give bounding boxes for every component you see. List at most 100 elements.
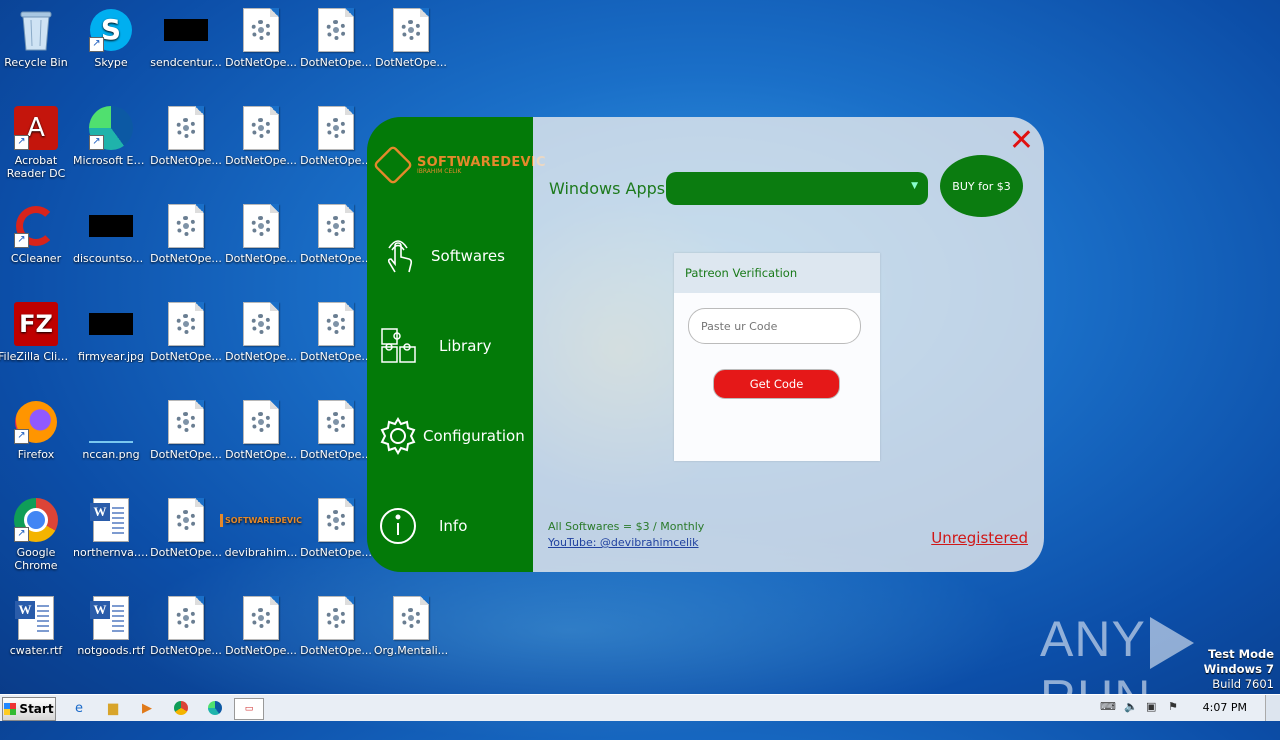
config-file-icon — [314, 204, 358, 248]
desktop-icon-edge[interactable]: ↗ Microsoft Edge — [73, 106, 149, 167]
test-mode-line: Test Mode — [1208, 647, 1274, 661]
recycle-bin-icon — [14, 8, 58, 52]
ie-icon[interactable]: e — [68, 698, 90, 718]
desktop-icon-recycle-bin[interactable]: Recycle Bin — [0, 8, 74, 69]
keyboard-icon[interactable]: ⌨ — [1100, 700, 1116, 714]
nav-library-label: Library — [439, 337, 492, 355]
main-panel: ✕ Windows Apps ▼ BUY for $3 Patreon Veri… — [533, 117, 1044, 572]
config-file-icon — [239, 302, 283, 346]
desktop-icon-dotnetope[interactable]: DotNetOpe... — [223, 8, 299, 69]
black-image-icon — [89, 302, 133, 346]
desktop-icon-dotnetope[interactable]: DotNetOpe... — [148, 302, 224, 363]
app-window-icon[interactable]: ▭ — [234, 698, 264, 720]
close-icon: ✕ — [1008, 123, 1034, 158]
registration-status-link[interactable]: Unregistered — [931, 529, 1028, 547]
flag-icon[interactable]: ⚑ — [1168, 700, 1182, 714]
volume-icon[interactable]: 🔈 — [1124, 700, 1138, 714]
desktop-icon-acrobat[interactable]: A ↗ Acrobat Reader DC — [0, 106, 74, 180]
puzzle-icon — [377, 325, 421, 367]
patreon-code-input[interactable] — [688, 308, 861, 344]
black-image-icon — [164, 8, 208, 52]
desktop-icon-firmyear[interactable]: firmyear.jpg — [73, 302, 149, 363]
desktop-icon-dotnetope[interactable]: DotNetOpe... — [223, 596, 299, 657]
edge-icon[interactable] — [204, 698, 226, 718]
patreon-title: Patreon Verification — [674, 253, 880, 293]
desktop-icon-dotnetope[interactable]: DotNetOpe... — [148, 106, 224, 167]
desktop-icon-org-mentali[interactable]: Org.Mentali... — [373, 596, 449, 657]
desktop-icon-ccleaner[interactable]: ↗ CCleaner — [0, 204, 74, 265]
start-label: Start — [19, 702, 54, 716]
word-doc-icon: W — [89, 498, 133, 542]
config-file-icon — [239, 204, 283, 248]
nav-configuration[interactable]: Configuration — [377, 415, 525, 457]
desktop-icon-skype[interactable]: S ↗ Skype — [73, 8, 149, 69]
desktop-icon-dotnetope[interactable]: DotNetOpe... — [298, 400, 374, 461]
chrome-icon: ↗ — [14, 498, 58, 542]
desktop-icon-dotnetope[interactable]: DotNetOpe... — [298, 106, 374, 167]
desktop-icon-dotnetope[interactable]: DotNetOpe... — [223, 204, 299, 265]
desktop-icon-dotnetope[interactable]: DotNetOpe... — [298, 8, 374, 69]
desktop-icon-dotnetope[interactable]: DotNetOpe... — [298, 204, 374, 265]
desktop-icon-dotnetope[interactable]: DotNetOpe... — [298, 498, 374, 559]
category-label: Windows Apps — [549, 179, 666, 198]
explorer-icon[interactable]: ▆ — [102, 698, 124, 718]
desktop-icon-chrome[interactable]: ↗ Google Chrome — [0, 498, 74, 572]
filezilla-icon: FZ — [14, 302, 58, 346]
word-doc-icon: W — [89, 596, 133, 640]
skype-icon: S ↗ — [89, 8, 133, 52]
desktop-icon-northernva[interactable]: W northernva.rtf — [73, 498, 149, 559]
desktop-icon-notgoods[interactable]: W notgoods.rtf — [73, 596, 149, 657]
firefox-icon: ↗ — [14, 400, 58, 444]
desktop-icon-filezilla[interactable]: FZ FileZilla Client — [0, 302, 74, 363]
config-file-icon — [314, 302, 358, 346]
get-code-button[interactable]: Get Code — [713, 369, 840, 399]
desktop-icon-dotnetope[interactable]: DotNetOpe... — [223, 106, 299, 167]
nav-info-label: Info — [439, 517, 468, 535]
nav-info[interactable]: Info — [377, 505, 467, 547]
desktop-icon-dotnetope[interactable]: DotNetOpe... — [148, 498, 224, 559]
config-file-icon — [314, 596, 358, 640]
desktop-icon-nccan[interactable]: nccan.png — [73, 400, 149, 461]
category-select[interactable]: ▼ — [666, 172, 928, 205]
gear-icon — [377, 415, 419, 457]
show-desktop-button[interactable] — [1265, 695, 1280, 721]
desktop-icon-dotnetope[interactable]: DotNetOpe... — [298, 302, 374, 363]
chrome-icon[interactable] — [170, 698, 192, 718]
desktop-icon-cwater[interactable]: W cwater.rtf — [0, 596, 74, 657]
desktop-icon-dotnetope[interactable]: DotNetOpe... — [223, 302, 299, 363]
desktop-icon-dotnetope[interactable]: DotNetOpe... — [148, 204, 224, 265]
logo-hex-icon — [372, 144, 414, 186]
nav-softwares-label: Softwares — [431, 247, 505, 265]
desktop-icon-firefox[interactable]: ↗ Firefox — [0, 400, 74, 461]
desktop-icon-devibrahim[interactable]: SOFTWAREDEVIC devibrahim... — [220, 498, 302, 559]
config-file-icon — [239, 596, 283, 640]
nav-softwares[interactable]: Softwares — [377, 235, 505, 277]
config-file-icon — [314, 8, 358, 52]
close-button[interactable]: ✕ — [1009, 126, 1034, 156]
anyrun-brand-left: ANY — [1040, 611, 1146, 667]
config-file-icon — [164, 204, 208, 248]
desktop-icon-dotnetope[interactable]: DotNetOpe... — [148, 400, 224, 461]
desktop-icon-dotnetope[interactable]: DotNetOpe... — [373, 8, 449, 69]
nav-configuration-label: Configuration — [423, 427, 525, 445]
desktop-icon-dotnetope[interactable]: DotNetOpe... — [298, 596, 374, 657]
media-player-icon[interactable]: ▶ — [136, 698, 158, 718]
test-mode-watermark: Test Mode Windows 7 Build 7601 — [1204, 647, 1274, 692]
edge-icon: ↗ — [89, 106, 133, 150]
image-icon — [89, 400, 133, 444]
start-button[interactable]: Start — [2, 697, 56, 721]
youtube-link[interactable]: YouTube: @devibrahimcelik — [548, 536, 699, 549]
touch-hand-icon — [377, 235, 419, 277]
sidebar: SOFTWAREDEVIC IBRAHIM CELIK Softwares Li… — [367, 117, 546, 572]
desktop-icon-sendcentur[interactable]: sendcentur... — [148, 8, 224, 69]
buy-button[interactable]: BUY for $3 — [940, 155, 1023, 217]
config-file-icon — [239, 400, 283, 444]
desktop-icon-dotnetope[interactable]: DotNetOpe... — [223, 400, 299, 461]
config-file-icon — [239, 106, 283, 150]
desktop-icon-dotnetope[interactable]: DotNetOpe... — [148, 596, 224, 657]
network-icon[interactable]: ▣ — [1146, 700, 1160, 714]
config-file-icon — [314, 106, 358, 150]
nav-library[interactable]: Library — [377, 325, 491, 367]
desktop-icon-discountsom[interactable]: discountsom... — [73, 204, 149, 265]
clock[interactable]: 4:07 PM — [1203, 701, 1247, 714]
